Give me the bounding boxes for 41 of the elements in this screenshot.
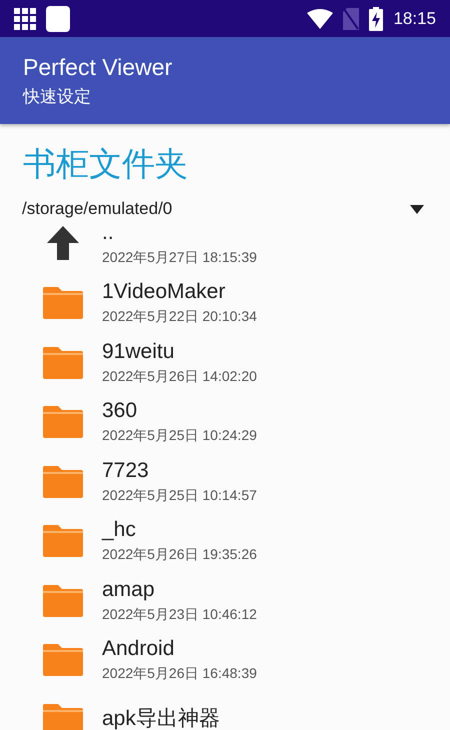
- entry-date: 2022年5月26日 16:48:39: [102, 664, 257, 682]
- app-title: Perfect Viewer: [23, 54, 172, 80]
- entry-date: 2022年5月26日 14:02:20: [102, 366, 257, 385]
- entry-name: 1VideoMaker: [102, 279, 226, 304]
- folder-icon: [42, 403, 84, 440]
- entry-name: 360: [102, 398, 138, 424]
- entry-date: 2022年5月25日 10:14:57: [102, 486, 257, 504]
- entry-date: 2022年5月27日 18:15:39: [102, 248, 257, 266]
- entry-date: 2022年5月25日 10:24:29: [102, 426, 257, 444]
- no-sim-icon: [343, 8, 360, 30]
- entry-date: 2022年5月26日 19:35:26: [102, 545, 257, 564]
- folder-icon: [42, 284, 84, 320]
- file-list-item[interactable]: 360 2022年5月25日 10:24:29: [0, 392, 450, 451]
- path-dropdown[interactable]: /storage/emulated/0: [22, 199, 410, 219]
- entry-name: Android: [102, 636, 174, 662]
- up-arrow-icon: [46, 224, 80, 261]
- battery-charging-icon: [369, 6, 384, 30]
- file-list-item[interactable]: 1VideoMaker 2022年5月22日 20:10:34: [0, 272, 450, 332]
- entry-name: amap: [102, 576, 155, 602]
- entry-name: 91weitu: [102, 338, 174, 364]
- folder-icon: [42, 522, 84, 558]
- entry-name: apk导出神器: [102, 706, 220, 730]
- file-list-item[interactable]: apk导出神器: [0, 689, 450, 730]
- entry-name: _hc: [102, 517, 136, 542]
- apps-grid-icon: [14, 8, 36, 30]
- square-icon: [46, 6, 70, 32]
- wifi-icon: [307, 8, 334, 28]
- entry-date: 2022年5月23日 10:46:12: [102, 604, 257, 623]
- folder-icon: [42, 641, 84, 678]
- file-list-item[interactable]: 91weitu 2022年5月26日 14:02:20: [0, 332, 450, 392]
- entry-date: 2022年5月22日 20:10:34: [102, 307, 257, 326]
- file-list-item[interactable]: amap 2022年5月23日 10:46:12: [0, 570, 450, 630]
- file-list-item[interactable]: 7723 2022年5月25日 10:14:57: [0, 451, 450, 510]
- dropdown-caret-icon[interactable]: [410, 204, 424, 214]
- section-heading: 书柜文件夹: [23, 144, 188, 184]
- status-time: 18:15: [393, 8, 436, 28]
- file-list-item[interactable]: Android 2022年5月26日 16:48:39: [0, 630, 450, 689]
- entry-name: 7723: [102, 458, 149, 483]
- entry-name: ..: [102, 220, 114, 245]
- app-subtitle: 快速设定: [23, 86, 91, 108]
- file-list-item[interactable]: _hc 2022年5月26日 19:35:26: [0, 510, 450, 570]
